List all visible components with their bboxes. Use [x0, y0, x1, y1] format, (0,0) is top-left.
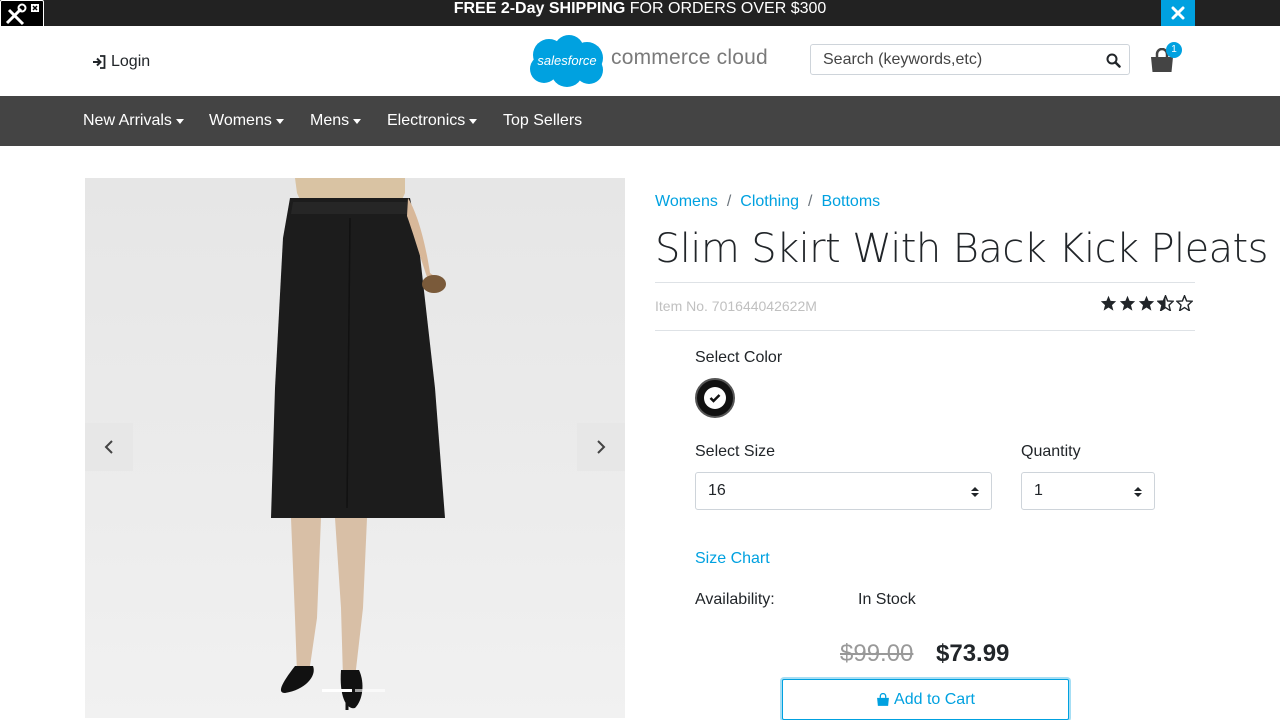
size-chart-link[interactable]: Size Chart: [695, 550, 770, 568]
select-color-label: Select Color: [695, 349, 783, 366]
divider: [655, 330, 1195, 331]
divider: [655, 282, 1195, 283]
add-to-cart-label: Add to Cart: [894, 690, 975, 708]
breadcrumb-separator: /: [808, 193, 813, 210]
quantity-label: Quantity: [1021, 443, 1081, 460]
quantity-select[interactable]: 1: [1021, 472, 1155, 510]
nav-item-electronics[interactable]: Electronics: [387, 112, 478, 130]
chevron-right-icon: [597, 440, 606, 454]
nav-label: Mens: [310, 112, 350, 129]
item-number: Item No. 701644042622M: [655, 298, 817, 314]
nav-label: Womens: [209, 112, 272, 129]
carousel-next-button[interactable]: [577, 423, 625, 471]
search-button[interactable]: [1106, 53, 1121, 73]
size-select[interactable]: 16: [695, 472, 992, 510]
add-to-cart-button[interactable]: Add to Cart: [782, 679, 1069, 720]
product-image: [271, 178, 446, 710]
search-icon: [1106, 53, 1121, 68]
nav-item-mens[interactable]: Mens: [310, 112, 362, 130]
breadcrumb-link-clothing[interactable]: Clothing: [740, 193, 799, 211]
sale-price: $73.99: [936, 640, 1010, 667]
tools-icon: [5, 3, 39, 26]
star-empty-icon: [1176, 295, 1193, 311]
carousel-indicators: [322, 689, 385, 692]
caret-down-icon: [275, 119, 284, 124]
product-rating: [1100, 295, 1193, 311]
breadcrumb: Womens / Clothing / Bottoms: [655, 193, 880, 211]
promo-close-button[interactable]: [1161, 0, 1195, 26]
product-image-carousel: [85, 178, 625, 718]
nav-item-top-sellers[interactable]: Top Sellers: [503, 112, 582, 130]
check-icon: [704, 387, 726, 409]
login-label: Login: [111, 53, 151, 70]
sign-in-icon: [93, 55, 106, 69]
carousel-indicator[interactable]: [355, 689, 385, 692]
site-header: Login salesforce commerce cloud Search (…: [0, 26, 1280, 96]
promo-text-2: SHIPPING: [548, 0, 626, 17]
availability-status: In Stock: [858, 591, 916, 608]
select-arrows-icon: [1134, 487, 1142, 497]
star-full-icon: [1138, 295, 1155, 311]
product-title: Slim Skirt With Back Kick Pleats: [655, 226, 1268, 272]
quantity-select-value: 1: [1034, 482, 1043, 499]
original-price: $99.00: [840, 640, 914, 667]
caret-down-icon: [175, 119, 184, 124]
nav-label: Top Sellers: [503, 112, 583, 129]
select-size-label: Select Size: [695, 443, 776, 460]
star-half-icon: [1157, 295, 1174, 311]
chevron-left-icon: [104, 440, 113, 454]
promo-text-1: FREE 2-Day: [453, 0, 545, 17]
select-arrows-icon: [971, 487, 979, 497]
site-logo[interactable]: salesforce commerce cloud: [527, 33, 768, 89]
main-nav: New Arrivals Womens Mens Electronics Top…: [0, 96, 1280, 146]
tools-toggle-button[interactable]: [0, 0, 44, 28]
caret-down-icon: [469, 119, 478, 124]
carousel-prev-button[interactable]: [85, 423, 133, 471]
login-link[interactable]: Login: [92, 53, 150, 71]
promo-banner: FREE 2-Day SHIPPING FOR ORDERS OVER $300: [0, 0, 1280, 26]
size-select-value: 16: [708, 482, 726, 499]
nav-item-womens[interactable]: Womens: [209, 112, 284, 130]
breadcrumb-separator: /: [726, 193, 732, 210]
close-icon: [1171, 6, 1185, 20]
promo-text-3: FOR ORDERS OVER $300: [629, 0, 827, 17]
nav-label: Electronics: [387, 112, 466, 129]
star-full-icon: [1119, 295, 1136, 311]
star-full-icon: [1100, 295, 1117, 311]
nav-item-new-arrivals[interactable]: New Arrivals: [83, 112, 184, 130]
search-box: [810, 44, 1130, 75]
search-input[interactable]: [811, 45, 1096, 74]
minicart-button[interactable]: 1: [1149, 42, 1185, 76]
caret-down-icon: [353, 119, 362, 124]
availability-label: Availability:: [695, 591, 775, 608]
salesforce-cloud-logo: salesforce: [530, 35, 603, 87]
color-swatch-black[interactable]: [695, 378, 735, 418]
shopping-bag-icon: [877, 692, 889, 706]
breadcrumb-link-womens[interactable]: Womens: [655, 193, 718, 211]
cart-count-badge: 1: [1166, 42, 1182, 58]
nav-label: New Arrivals: [83, 112, 172, 129]
carousel-indicator[interactable]: [322, 689, 352, 692]
logo-text: commerce cloud: [611, 46, 768, 69]
logo-badge-text: salesforce: [537, 53, 596, 68]
breadcrumb-link-bottoms[interactable]: Bottoms: [821, 193, 880, 211]
